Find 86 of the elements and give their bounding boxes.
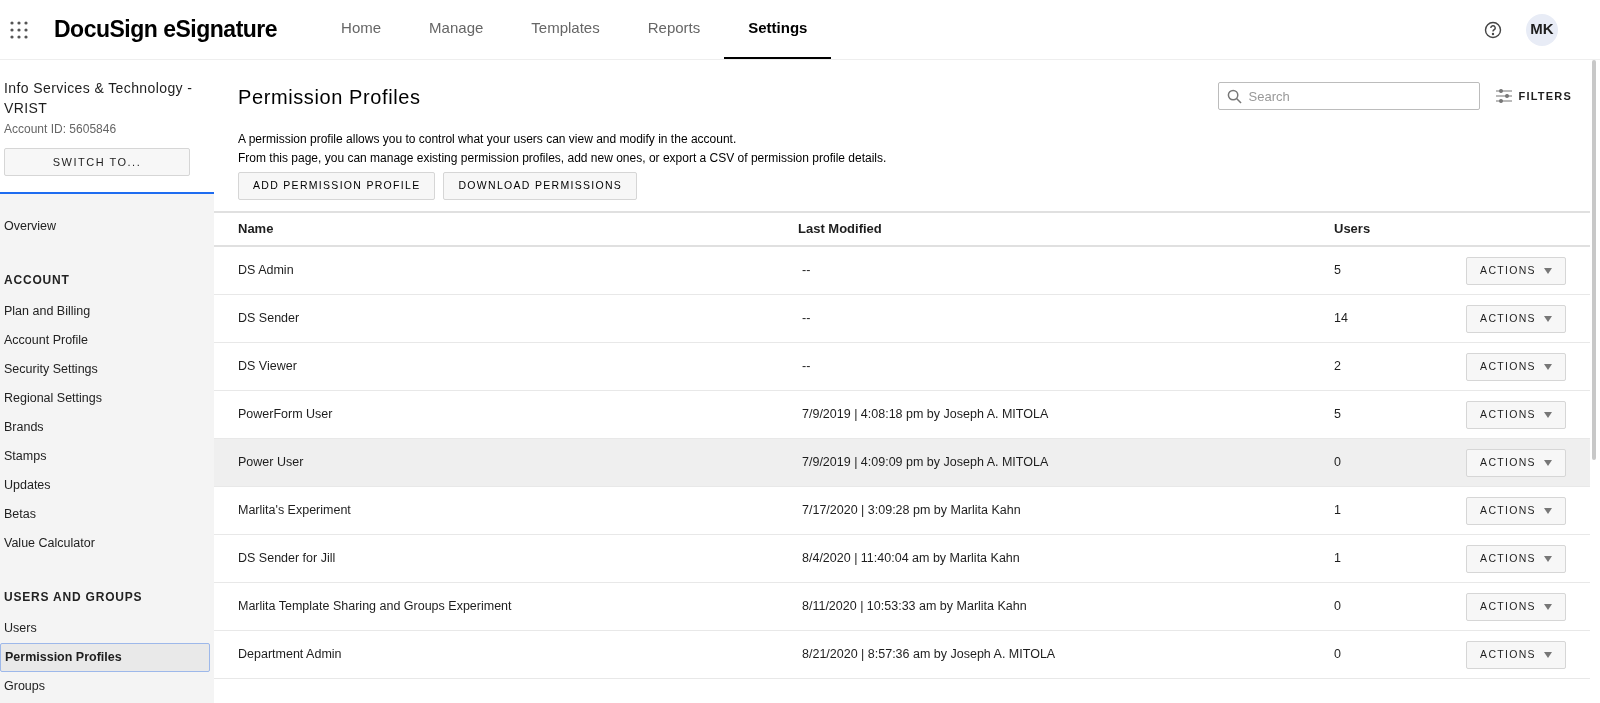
sidebar-item[interactable]: Account Profile (0, 326, 214, 355)
modified-cell-text: -- (801, 262, 812, 280)
switch-account-button[interactable]: SWITCH TO... (4, 148, 190, 176)
users-cell-text: 14 (1334, 310, 1349, 328)
name-cell-text: Department Admin (237, 646, 343, 664)
modified-cell-text: 8/21/2020 | 8:57:36 am by Joseph A. MITOLA (801, 646, 1057, 664)
section-heading: USERS AND GROUPS (3, 589, 144, 606)
modified-cell-text: 8/11/2020 | 10:53:33 am by Marlita Kahn (801, 598, 1028, 616)
column-header[interactable]: Last Modified (798, 219, 1334, 239)
actions-dropdown[interactable]: ACTIONS (1466, 304, 1566, 333)
actions-dropdown[interactable]: ACTIONS (1466, 400, 1566, 429)
name-cell-text: DS Viewer (237, 358, 298, 376)
users-cell-text: 0 (1334, 454, 1342, 472)
name-cell-text: DS Admin (237, 262, 295, 280)
modified-cell-text: 7/9/2019 | 4:08:18 pm by Joseph A. MITOLA (801, 406, 1050, 424)
actions-dropdown[interactable]: ACTIONS (1466, 544, 1566, 573)
users-cell-text: 0 (1334, 598, 1342, 616)
name-cell-text: Marlita's Experiment (237, 502, 352, 520)
section-heading: ACCOUNT (3, 272, 71, 289)
modified-cell-text: 7/9/2019 | 4:09:09 pm by Joseph A. MITOLA (801, 454, 1050, 472)
users-cell-text: 1 (1334, 550, 1342, 568)
nav-tab[interactable]: Templates (507, 0, 624, 59)
sidebar-item[interactable]: Regional Settings (0, 384, 214, 413)
name-cell-text: Power User (237, 454, 305, 472)
column-header[interactable]: Users (1334, 219, 1454, 239)
sidebar-item[interactable]: Plan and Billing (0, 297, 214, 326)
name-cell-text: DS Sender for Jill (237, 550, 337, 568)
caret-icon (1543, 507, 1552, 514)
sidebar-item[interactable]: Permission Profiles (0, 643, 210, 672)
table-row[interactable]: Power User 7/9/2019 | 4:09:09 pm by Joseph A. MITOLA 0 ACTIONS (214, 439, 1590, 487)
name-cell-text: DS Sender (237, 310, 301, 328)
app-logo[interactable]: DocuSign eSignature (54, 12, 278, 47)
users-cell-text: 1 (1334, 502, 1342, 520)
caret-icon (1543, 267, 1552, 274)
actions-dropdown[interactable]: ACTIONS (1466, 496, 1566, 525)
filters-button[interactable]: FILTERS (1495, 82, 1576, 110)
help-icon[interactable] (1484, 20, 1502, 39)
sidebar-item[interactable]: Groups (0, 672, 214, 701)
sidebar-item[interactable]: Overview (0, 212, 214, 241)
actions-dropdown[interactable]: ACTIONS (1466, 448, 1566, 477)
actions-dropdown[interactable]: ACTIONS (1466, 592, 1566, 621)
sidebar-item[interactable]: Brands (0, 413, 214, 442)
caret-icon (1543, 555, 1552, 562)
name-cell-text: Marlita Template Sharing and Groups Experiment (237, 598, 513, 616)
account-id: Account ID: 5605846 (4, 121, 118, 138)
modified-cell-text: -- (801, 310, 812, 328)
caret-icon (1543, 363, 1552, 370)
users-cell-text: 5 (1334, 262, 1342, 280)
description-text: From this page, you can manage existing permission profiles, add new ones, or export a CSV of permission profile details. (238, 150, 888, 167)
nav-tab[interactable]: Manage (405, 0, 508, 59)
sidebar-item[interactable]: Value Calculator (0, 529, 214, 558)
caret-icon (1543, 411, 1552, 418)
modified-cell-text: -- (801, 358, 812, 376)
caret-icon (1543, 651, 1552, 658)
scrollbar[interactable] (1592, 60, 1596, 460)
sidebar-item[interactable]: Users (0, 614, 214, 643)
users-cell-text: 5 (1334, 406, 1342, 424)
page-action-button[interactable]: DOWNLOAD PERMISSIONS (443, 172, 638, 200)
column-header[interactable]: Name (214, 219, 798, 239)
modified-cell-text: 7/17/2020 | 3:09:28 pm by Marlita Kahn (801, 502, 1022, 520)
sidebar-item[interactable]: Updates (0, 471, 214, 500)
page-action-button[interactable]: ADD PERMISSION PROFILE (238, 172, 436, 200)
actions-dropdown[interactable]: ACTIONS (1466, 640, 1566, 669)
caret-icon (1543, 315, 1552, 322)
user-avatar[interactable]: MK (1526, 13, 1558, 46)
name-cell-text: PowerForm User (237, 406, 334, 424)
caret-icon (1543, 603, 1552, 610)
app-grid-icon[interactable] (10, 20, 28, 39)
users-cell-text: 0 (1334, 646, 1342, 664)
search-icon (1226, 89, 1242, 104)
nav-tab[interactable]: Home (317, 0, 406, 59)
sliders-icon (1495, 89, 1512, 103)
caret-icon (1543, 459, 1552, 466)
nav-tab[interactable]: Reports (623, 0, 725, 59)
account-name: Info Services & Technology - VRIST (4, 79, 194, 118)
users-cell-text: 2 (1334, 358, 1342, 376)
actions-dropdown[interactable]: ACTIONS (1466, 352, 1566, 381)
page-title: Permission Profiles (238, 85, 422, 110)
sidebar-item[interactable]: Stamps (0, 442, 214, 471)
search-field[interactable]: Search (1217, 82, 1480, 110)
description-text: A permission profile allows you to control what your users can view and modify in the account. (238, 131, 738, 148)
actions-dropdown[interactable]: ACTIONS (1466, 256, 1566, 285)
nav-tab[interactable]: Settings (724, 0, 832, 59)
modified-cell-text: 8/4/2020 | 11:40:04 am by Marlita Kahn (801, 550, 1021, 568)
sidebar-item[interactable]: Security Settings (0, 355, 214, 384)
sidebar-item[interactable]: Betas (0, 500, 214, 529)
